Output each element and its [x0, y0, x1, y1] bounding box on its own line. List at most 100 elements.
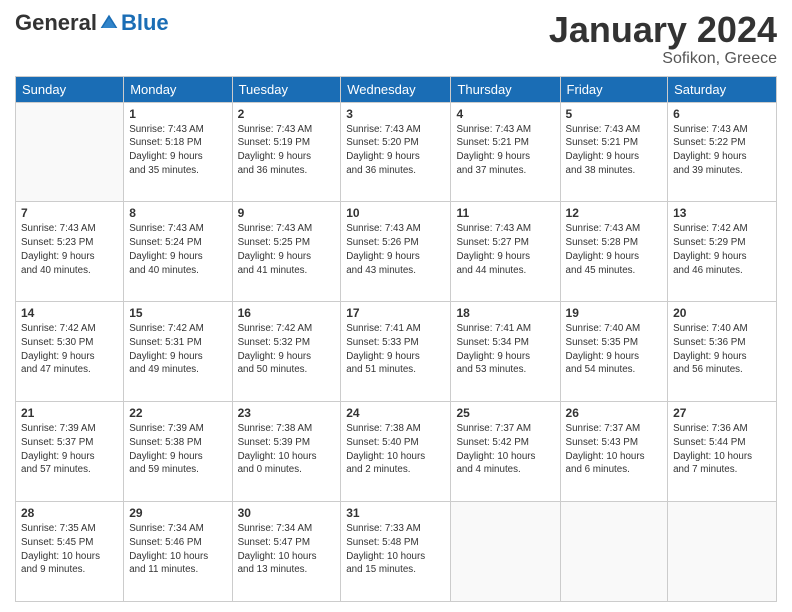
- table-row: 2 Sunrise: 7:43 AM Sunset: 5:19 PM Daylig…: [232, 102, 341, 202]
- col-saturday: Saturday: [668, 76, 777, 102]
- day-info: Sunrise: 7:42 AM Sunset: 5:29 PM Dayligh…: [673, 222, 771, 277]
- day-info: Sunrise: 7:43 AM Sunset: 5:25 PM Dayligh…: [238, 222, 336, 277]
- day-number: 5: [566, 107, 663, 121]
- table-row: 30 Sunrise: 7:34 AM Sunset: 5:47 PM Dayli…: [232, 502, 341, 602]
- day-info: Sunrise: 7:43 AM Sunset: 5:27 PM Dayligh…: [456, 222, 554, 277]
- table-row: 14Sunrise: 7:42 AM Sunset: 5:30 PM Dayli…: [16, 302, 124, 402]
- day-info: Sunrise: 7:41 AM Sunset: 5:34 PM Dayligh…: [456, 322, 554, 377]
- table-row: [668, 502, 777, 602]
- day-info: Sunrise: 7:43 AM Sunset: 5:22 PM Dayligh…: [673, 123, 771, 178]
- table-row: [560, 502, 668, 602]
- col-monday: Monday: [124, 76, 232, 102]
- calendar-table: Sunday Monday Tuesday Wednesday Thursday…: [15, 76, 777, 602]
- table-row: 10 Sunrise: 7:43 AM Sunset: 5:26 PM Dayli…: [341, 202, 451, 302]
- table-row: 11 Sunrise: 7:43 AM Sunset: 5:27 PM Dayli…: [451, 202, 560, 302]
- day-number: 22: [129, 406, 226, 420]
- calendar-week-row: 1 Sunrise: 7:43 AM Sunset: 5:18 PM Daylig…: [16, 102, 777, 202]
- table-row: 19 Sunrise: 7:40 AM Sunset: 5:35 PM Dayli…: [560, 302, 668, 402]
- logo-general-text: General: [15, 10, 97, 36]
- month-title: January 2024: [549, 10, 777, 50]
- col-friday: Friday: [560, 76, 668, 102]
- day-info: Sunrise: 7:39 AM Sunset: 5:38 PM Dayligh…: [129, 422, 226, 477]
- day-info: Sunrise: 7:39 AM Sunset: 5:37 PM Dayligh…: [21, 422, 118, 477]
- table-row: 17 Sunrise: 7:41 AM Sunset: 5:33 PM Dayli…: [341, 302, 451, 402]
- day-number: 17: [346, 306, 445, 320]
- day-number: 20: [673, 306, 771, 320]
- day-number: 2: [238, 107, 336, 121]
- day-info: Sunrise: 7:43 AM Sunset: 5:26 PM Dayligh…: [346, 222, 445, 277]
- day-number: 3: [346, 107, 445, 121]
- day-info: Sunrise: 7:36 AM Sunset: 5:44 PM Dayligh…: [673, 422, 771, 477]
- day-number: 26: [566, 406, 663, 420]
- day-info: Sunrise: 7:43 AM Sunset: 5:18 PM Dayligh…: [129, 123, 226, 178]
- page: General Blue January 2024 Sofikon, Greec…: [0, 0, 792, 612]
- day-number: 4: [456, 107, 554, 121]
- table-row: 28 Sunrise: 7:35 AM Sunset: 5:45 PM Dayli…: [16, 502, 124, 602]
- calendar-week-row: 14Sunrise: 7:42 AM Sunset: 5:30 PM Dayli…: [16, 302, 777, 402]
- day-number: 6: [673, 107, 771, 121]
- day-info: Sunrise: 7:43 AM Sunset: 5:21 PM Dayligh…: [456, 123, 554, 178]
- day-info: Sunrise: 7:34 AM Sunset: 5:47 PM Dayligh…: [238, 522, 336, 577]
- table-row: [16, 102, 124, 202]
- table-row: 31Sunrise: 7:33 AM Sunset: 5:48 PM Dayli…: [341, 502, 451, 602]
- table-row: [451, 502, 560, 602]
- table-row: 5 Sunrise: 7:43 AM Sunset: 5:21 PM Daylig…: [560, 102, 668, 202]
- table-row: 8 Sunrise: 7:43 AM Sunset: 5:24 PM Daylig…: [124, 202, 232, 302]
- day-number: 30: [238, 506, 336, 520]
- logo-blue-text: Blue: [121, 10, 169, 36]
- table-row: 1 Sunrise: 7:43 AM Sunset: 5:18 PM Daylig…: [124, 102, 232, 202]
- table-row: 6 Sunrise: 7:43 AM Sunset: 5:22 PM Daylig…: [668, 102, 777, 202]
- header: General Blue January 2024 Sofikon, Greec…: [15, 10, 777, 68]
- day-info: Sunrise: 7:38 AM Sunset: 5:39 PM Dayligh…: [238, 422, 336, 477]
- title-block: January 2024 Sofikon, Greece: [549, 10, 777, 68]
- day-number: 14: [21, 306, 118, 320]
- day-number: 1: [129, 107, 226, 121]
- day-number: 9: [238, 206, 336, 220]
- col-tuesday: Tuesday: [232, 76, 341, 102]
- logo: General Blue: [15, 10, 169, 36]
- day-number: 11: [456, 206, 554, 220]
- day-info: Sunrise: 7:43 AM Sunset: 5:21 PM Dayligh…: [566, 123, 663, 178]
- calendar-header-row: Sunday Monday Tuesday Wednesday Thursday…: [16, 76, 777, 102]
- table-row: 18 Sunrise: 7:41 AM Sunset: 5:34 PM Dayli…: [451, 302, 560, 402]
- col-wednesday: Wednesday: [341, 76, 451, 102]
- day-number: 8: [129, 206, 226, 220]
- day-info: Sunrise: 7:43 AM Sunset: 5:19 PM Dayligh…: [238, 123, 336, 178]
- day-number: 18: [456, 306, 554, 320]
- calendar-week-row: 21Sunrise: 7:39 AM Sunset: 5:37 PM Dayli…: [16, 402, 777, 502]
- day-info: Sunrise: 7:37 AM Sunset: 5:42 PM Dayligh…: [456, 422, 554, 477]
- day-info: Sunrise: 7:40 AM Sunset: 5:36 PM Dayligh…: [673, 322, 771, 377]
- day-number: 31: [346, 506, 445, 520]
- day-info: Sunrise: 7:43 AM Sunset: 5:28 PM Dayligh…: [566, 222, 663, 277]
- day-number: 25: [456, 406, 554, 420]
- table-row: 4 Sunrise: 7:43 AM Sunset: 5:21 PM Daylig…: [451, 102, 560, 202]
- logo-icon: [99, 13, 119, 33]
- day-number: 23: [238, 406, 336, 420]
- table-row: 7Sunrise: 7:43 AM Sunset: 5:23 PM Daylig…: [16, 202, 124, 302]
- location: Sofikon, Greece: [549, 50, 777, 68]
- table-row: 26Sunrise: 7:37 AM Sunset: 5:43 PM Dayli…: [560, 402, 668, 502]
- day-info: Sunrise: 7:35 AM Sunset: 5:45 PM Dayligh…: [21, 522, 118, 577]
- day-number: 19: [566, 306, 663, 320]
- day-number: 15: [129, 306, 226, 320]
- day-number: 27: [673, 406, 771, 420]
- table-row: 12 Sunrise: 7:43 AM Sunset: 5:28 PM Dayli…: [560, 202, 668, 302]
- day-number: 24: [346, 406, 445, 420]
- table-row: 9 Sunrise: 7:43 AM Sunset: 5:25 PM Daylig…: [232, 202, 341, 302]
- table-row: 3Sunrise: 7:43 AM Sunset: 5:20 PM Daylig…: [341, 102, 451, 202]
- table-row: 25 Sunrise: 7:37 AM Sunset: 5:42 PM Dayli…: [451, 402, 560, 502]
- day-info: Sunrise: 7:41 AM Sunset: 5:33 PM Dayligh…: [346, 322, 445, 377]
- day-info: Sunrise: 7:34 AM Sunset: 5:46 PM Dayligh…: [129, 522, 226, 577]
- day-number: 10: [346, 206, 445, 220]
- col-sunday: Sunday: [16, 76, 124, 102]
- day-info: Sunrise: 7:40 AM Sunset: 5:35 PM Dayligh…: [566, 322, 663, 377]
- day-info: Sunrise: 7:42 AM Sunset: 5:32 PM Dayligh…: [238, 322, 336, 377]
- table-row: 23 Sunrise: 7:38 AM Sunset: 5:39 PM Dayli…: [232, 402, 341, 502]
- day-number: 28: [21, 506, 118, 520]
- day-info: Sunrise: 7:43 AM Sunset: 5:24 PM Dayligh…: [129, 222, 226, 277]
- calendar-week-row: 28 Sunrise: 7:35 AM Sunset: 5:45 PM Dayli…: [16, 502, 777, 602]
- table-row: 20 Sunrise: 7:40 AM Sunset: 5:36 PM Dayli…: [668, 302, 777, 402]
- day-number: 12: [566, 206, 663, 220]
- day-info: Sunrise: 7:42 AM Sunset: 5:31 PM Dayligh…: [129, 322, 226, 377]
- col-thursday: Thursday: [451, 76, 560, 102]
